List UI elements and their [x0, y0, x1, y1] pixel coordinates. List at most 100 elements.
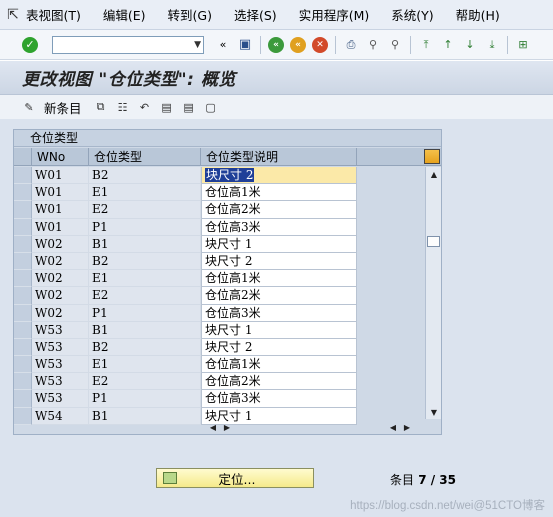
- scroll-down-icon[interactable]: ▼: [426, 405, 442, 419]
- deselect-all-icon[interactable]: ▢: [204, 100, 218, 114]
- table-row: W02 B2 块尺寸 2: [14, 252, 357, 271]
- cell-storage-type: E1: [89, 270, 201, 288]
- horizontal-scroll-left[interactable]: ◀ ▶: [206, 420, 234, 434]
- cell-description-input[interactable]: 仓位高2米: [201, 373, 357, 391]
- scroll-thumb[interactable]: [427, 236, 440, 247]
- previous-page-icon[interactable]: ↑: [440, 37, 456, 53]
- toolbar-separator: [410, 35, 411, 54]
- menu-goto[interactable]: 转到(G): [168, 5, 212, 24]
- last-page-icon[interactable]: ⤓: [484, 37, 500, 53]
- column-header-storage-type[interactable]: 仓位类型: [89, 148, 201, 165]
- cell-wno: W01: [32, 201, 89, 219]
- cell-description-input[interactable]: 块尺寸 2: [201, 252, 357, 271]
- row-selector[interactable]: [14, 356, 32, 374]
- cell-wno: W53: [32, 321, 89, 339]
- row-selector[interactable]: [14, 321, 32, 339]
- locate-button[interactable]: 定位...: [156, 468, 314, 488]
- menu-box-icon[interactable]: ⇱: [0, 7, 26, 23]
- cell-storage-type: P1: [89, 218, 201, 236]
- collapse-icon[interactable]: «: [215, 37, 231, 53]
- row-selector[interactable]: [14, 184, 32, 202]
- row-selector[interactable]: [14, 252, 32, 271]
- row-selector[interactable]: [14, 407, 32, 425]
- next-page-icon[interactable]: ↓: [462, 37, 478, 53]
- chevron-down-icon[interactable]: ▼: [194, 40, 201, 50]
- entry-counter: 条目 7 / 35: [390, 471, 456, 488]
- work-area: 仓位类型 WNo 仓位类型 仓位类型说明 W01 B2 块尺寸 2 W01 E1…: [0, 119, 553, 517]
- copy-icon[interactable]: ⧉: [94, 100, 108, 114]
- scroll-right-icon[interactable]: ▶: [220, 423, 234, 432]
- table-body: W01 B2 块尺寸 2 W01 E1 仓位高1米 W01 E2 仓位高2米 W…: [14, 167, 357, 425]
- delete-icon[interactable]: ☷: [116, 100, 130, 114]
- select-block-icon[interactable]: ▤: [182, 100, 196, 114]
- find-next-icon[interactable]: ⚲: [387, 37, 403, 53]
- cell-wno: W01: [32, 167, 89, 185]
- cell-description-input[interactable]: 仓位高1米: [201, 356, 357, 374]
- cell-description-input[interactable]: 仓位高1米: [201, 270, 357, 288]
- row-selector[interactable]: [14, 270, 32, 288]
- entries-label: 条目: [390, 473, 415, 487]
- cell-description-input[interactable]: 仓位高3米: [201, 390, 357, 408]
- table-row: W02 E2 仓位高2米: [14, 287, 357, 305]
- row-selector[interactable]: [14, 390, 32, 408]
- cell-storage-type: E2: [89, 287, 201, 305]
- select-all-column[interactable]: [14, 148, 32, 165]
- table-row: W53 B2 块尺寸 2: [14, 338, 357, 357]
- first-page-icon[interactable]: ⤒: [418, 37, 434, 53]
- watermark: https://blog.csdn.net/wei@51CTO博客: [350, 500, 545, 512]
- vertical-scrollbar[interactable]: ▲ ▼: [425, 167, 441, 419]
- menu-table-view[interactable]: 表视图(T): [26, 5, 81, 24]
- row-selector[interactable]: [14, 287, 32, 305]
- row-selector[interactable]: [14, 167, 32, 185]
- cell-wno: W02: [32, 287, 89, 305]
- cell-description-input[interactable]: 仓位高2米: [201, 287, 357, 305]
- scroll-up-icon[interactable]: ▲: [426, 167, 442, 181]
- new-session-icon[interactable]: ⊞: [515, 37, 531, 53]
- new-entries-button[interactable]: 新条目: [44, 98, 82, 117]
- back-icon[interactable]: «: [268, 36, 284, 53]
- select-all-icon[interactable]: ▤: [160, 100, 174, 114]
- menu-selection[interactable]: 选择(S): [234, 5, 277, 24]
- find-icon[interactable]: ⚲: [365, 37, 381, 53]
- cell-description-input[interactable]: 仓位高1米: [201, 184, 357, 202]
- cell-description-input[interactable]: 块尺寸 2: [201, 167, 357, 185]
- cell-storage-type: B1: [89, 407, 201, 425]
- menu-utilities[interactable]: 实用程序(M): [299, 5, 370, 24]
- cell-description-input[interactable]: 仓位高3米: [201, 304, 357, 322]
- table-control: 仓位类型 WNo 仓位类型 仓位类型说明 W01 B2 块尺寸 2 W01 E1…: [13, 129, 442, 435]
- enter-check-icon[interactable]: ✓: [22, 36, 38, 53]
- cell-description-input[interactable]: 块尺寸 1: [201, 321, 357, 339]
- row-selector[interactable]: [14, 218, 32, 236]
- menu-system[interactable]: 系统(Y): [391, 5, 433, 24]
- cell-description-input[interactable]: 仓位高3米: [201, 218, 357, 236]
- menu-help[interactable]: 帮助(H): [456, 5, 500, 24]
- row-selector[interactable]: [14, 304, 32, 322]
- scroll-left-icon[interactable]: ◀: [386, 423, 400, 432]
- cell-description-input[interactable]: 块尺寸 2: [201, 338, 357, 357]
- exit-icon[interactable]: «: [290, 36, 306, 53]
- column-header-description[interactable]: 仓位类型说明: [201, 148, 357, 165]
- scroll-left-icon[interactable]: ◀: [206, 423, 220, 432]
- cell-wno: W53: [32, 390, 89, 408]
- cell-description-input[interactable]: 块尺寸 1: [201, 235, 357, 253]
- row-selector[interactable]: [14, 201, 32, 219]
- scroll-right-icon[interactable]: ▶: [400, 423, 414, 432]
- save-icon[interactable]: ▣: [237, 37, 253, 53]
- horizontal-scroll-right[interactable]: ◀ ▶: [386, 420, 414, 434]
- cancel-icon[interactable]: ✕: [312, 36, 328, 53]
- menu-edit[interactable]: 编辑(E): [103, 5, 146, 24]
- cell-storage-type: E1: [89, 356, 201, 374]
- command-field[interactable]: ▼: [52, 35, 204, 54]
- table-settings-icon[interactable]: [424, 149, 440, 164]
- column-header-wno[interactable]: WNo: [32, 148, 89, 165]
- cell-description-input[interactable]: 仓位高2米: [201, 201, 357, 219]
- toolbar-separator: [335, 35, 336, 54]
- display-change-icon[interactable]: ✎: [22, 100, 36, 114]
- cell-wno: W02: [32, 252, 89, 271]
- standard-toolbar: ✓ ▼ « ▣ « « ✕ ⎙ ⚲ ⚲ ⤒ ↑ ↓ ⤓ ⊞: [0, 30, 553, 60]
- print-icon[interactable]: ⎙: [343, 37, 359, 53]
- row-selector[interactable]: [14, 338, 32, 357]
- row-selector[interactable]: [14, 235, 32, 253]
- undo-icon[interactable]: ↶: [138, 100, 152, 114]
- row-selector[interactable]: [14, 373, 32, 391]
